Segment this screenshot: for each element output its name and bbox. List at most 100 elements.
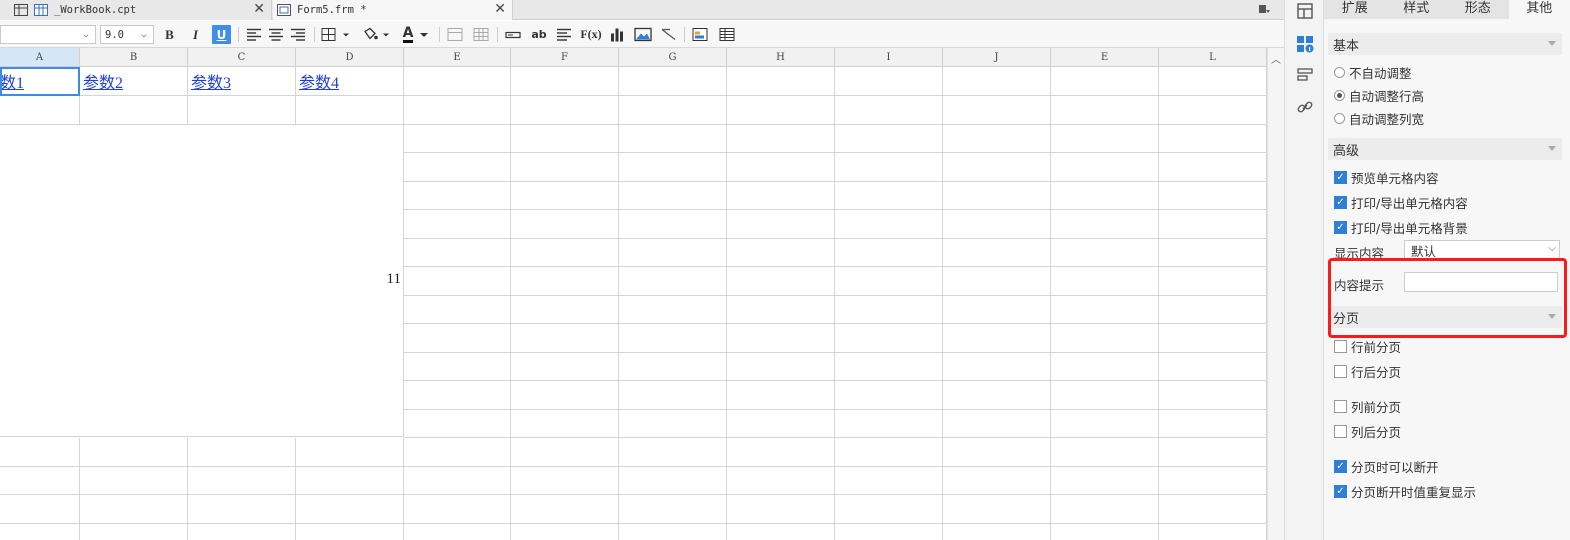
bold-button[interactable]: B [160,25,179,44]
grid-cell[interactable] [835,239,943,267]
grid-cell[interactable] [188,96,296,125]
font-size-select[interactable]: 9.0 ⌵ [100,25,154,44]
font-name-select[interactable]: ⌵ [0,25,96,44]
grid-cell[interactable] [296,495,404,524]
parameter-link-cell[interactable]: 参数4 [296,67,404,96]
grid-cell[interactable] [835,381,943,410]
grid-cell[interactable] [1051,353,1159,381]
grid-cell[interactable] [1051,182,1159,210]
merge-cells-icon[interactable] [447,25,463,44]
tab-other[interactable]: 其他 [1508,0,1570,19]
column-header[interactable]: I [835,48,943,67]
parameter-link-cell[interactable]: 参数2 [80,67,188,96]
grid-cell[interactable] [943,67,1051,96]
grid-cell[interactable] [619,467,727,495]
grid-cell[interactable] [619,67,727,96]
scroll-up-icon[interactable]: ︿ [1271,51,1281,66]
grid-cell[interactable] [404,182,511,210]
column-header[interactable]: A [0,48,80,67]
tab-menu-icon[interactable] [1258,3,1270,15]
grid-cell[interactable] [511,324,619,353]
grid-cell[interactable] [943,410,1051,438]
grid-cell[interactable] [727,438,835,467]
grid-cell[interactable] [727,67,835,96]
grid-cell[interactable] [1159,153,1267,182]
grid-cell[interactable] [404,239,511,267]
cell-attributes-icon[interactable] [1296,35,1314,53]
grid-cell[interactable] [404,267,511,296]
grid-cell[interactable] [619,524,727,540]
grid-cell[interactable] [943,467,1051,495]
grid-cell[interactable] [1051,381,1159,410]
grid-cell[interactable] [943,381,1051,410]
italic-button[interactable]: I [186,25,205,44]
grid-cell[interactable] [1051,324,1159,353]
grid-cell[interactable] [1051,125,1159,153]
grid-cell[interactable] [619,296,727,324]
grid-cell[interactable] [404,296,511,324]
tab-shape[interactable]: 形态 [1447,0,1509,19]
grid-cell[interactable] [511,182,619,210]
radio-auto-col-width[interactable]: 自动调整列宽 [1334,109,1424,127]
grid-cell[interactable] [1051,267,1159,296]
grid-cell[interactable] [619,96,727,125]
grid-cell[interactable] [1051,495,1159,524]
column-header[interactable]: B [80,48,188,67]
grid-cell[interactable] [943,182,1051,210]
column-header[interactable]: L [1159,48,1267,67]
grid-cell[interactable] [188,495,296,524]
text-ab-button[interactable]: ab [530,25,548,44]
grid-cell[interactable] [1051,467,1159,495]
grid-cell[interactable] [619,495,727,524]
close-icon[interactable]: ✕ [253,1,265,17]
grid-cell[interactable] [404,524,511,540]
grid-cell[interactable] [727,324,835,353]
grid-cell[interactable] [1051,524,1159,540]
grid-cell[interactable] [296,96,404,125]
cell-element-icon[interactable] [1296,2,1314,20]
close-icon[interactable]: ✕ [494,1,506,17]
grid-cell[interactable] [511,438,619,467]
grid-cell[interactable] [404,324,511,353]
check-print-content[interactable]: ✓ 打印/导出单元格内容 [1334,193,1468,211]
tab-expand[interactable]: 扩展 [1324,0,1386,19]
grid-cell[interactable] [835,182,943,210]
grid-cell[interactable] [619,438,727,467]
underline-button[interactable]: U [212,25,231,44]
grid-cell[interactable] [80,96,188,125]
section-basic[interactable]: 基本 [1328,33,1562,55]
grid-cell[interactable] [943,524,1051,540]
wrap-text-icon[interactable] [556,25,572,44]
column-header[interactable]: H [727,48,835,67]
text-field-icon[interactable] [505,25,521,44]
grid-cell[interactable] [619,182,727,210]
grid-cell[interactable] [1159,210,1267,239]
grid-cell[interactable] [0,438,80,467]
radio-no-auto[interactable]: 不自动调整 [1334,63,1412,81]
grid-cell[interactable] [1159,267,1267,296]
grid-cell[interactable] [404,96,511,125]
grid-cell[interactable] [296,524,404,540]
grid-cell[interactable] [0,467,80,495]
grid-cell[interactable] [1159,296,1267,324]
check-print-background[interactable]: ✓ 打印/导出单元格背景 [1334,218,1468,236]
grid-cell[interactable] [835,438,943,467]
grid-cell[interactable] [80,524,188,540]
grid-cell[interactable] [404,125,511,153]
grid-cell[interactable] [1051,296,1159,324]
grid-cell[interactable] [404,467,511,495]
grid-cell[interactable] [404,153,511,182]
tooltip-input[interactable] [1404,272,1558,292]
parameter-link-cell[interactable]: 数1 [0,67,80,96]
grid-cell[interactable] [511,296,619,324]
grid-cell[interactable] [727,524,835,540]
grid-cell[interactable] [404,353,511,381]
grid-cell[interactable] [943,438,1051,467]
font-color-button[interactable]: A [400,25,432,44]
grid-cell[interactable] [511,67,619,96]
grid-cell[interactable] [835,467,943,495]
section-paging[interactable]: 分页 [1328,306,1562,328]
grid-cell[interactable] [943,324,1051,353]
grid-cell[interactable] [727,153,835,182]
grid-cell[interactable] [1159,96,1267,125]
